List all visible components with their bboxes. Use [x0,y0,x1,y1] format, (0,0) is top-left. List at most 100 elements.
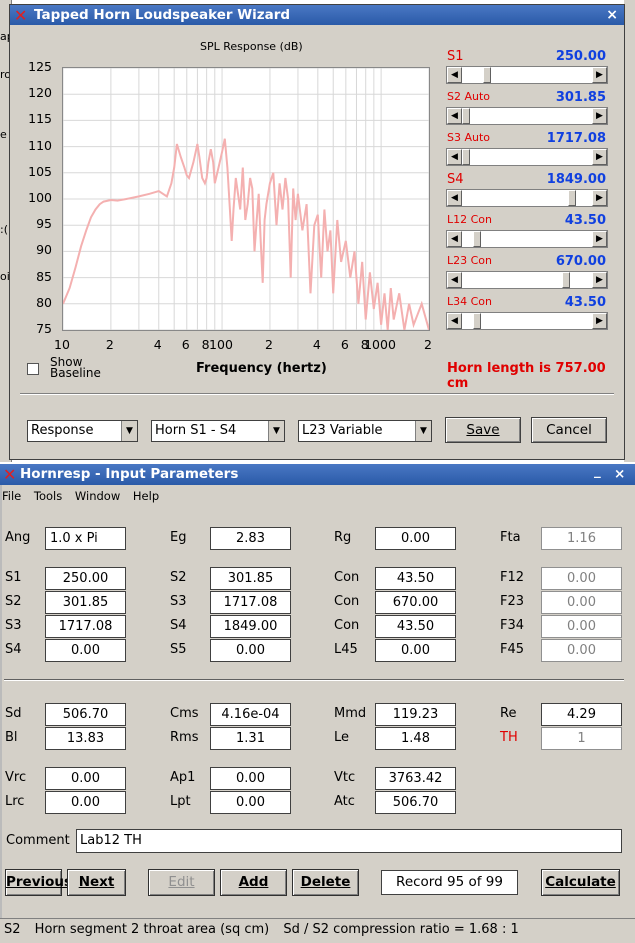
slider-thumb[interactable] [483,67,491,83]
menu-tools[interactable]: Tools [34,489,62,503]
arrow-right-icon[interactable]: ▶ [592,108,607,124]
param-field[interactable]: 0.00 [45,767,126,790]
save-button[interactable]: Save [445,417,521,443]
previous-button[interactable]: Previous [5,869,72,896]
close-icon[interactable]: × [614,464,625,485]
param-field[interactable]: 13.83 [45,727,126,750]
param-field[interactable]: 0.00 [210,639,291,662]
param-field[interactable]: 0.00 [541,615,622,638]
variable-dropdown[interactable]: L23 Variable ▼ [298,420,432,442]
arrow-right-icon[interactable]: ▶ [592,67,607,83]
slider-thumb[interactable] [473,231,481,247]
param-field[interactable]: 0.00 [541,639,622,662]
slider-value: 43.50 [564,213,606,228]
param-field[interactable]: 1.48 [375,727,456,750]
x-tick-label: 10 [54,337,70,352]
arrow-left-icon[interactable]: ◀ [447,272,462,288]
param-label: Mmd [334,706,367,721]
calculate-button[interactable]: Calculate [541,869,620,896]
param-field[interactable]: 0.00 [210,791,291,814]
menu-window[interactable]: Window [75,489,120,503]
param-field[interactable]: 670.00 [375,591,456,614]
slider-track[interactable]: ◀ ▶ [446,148,608,166]
hornresp-titlebar[interactable]: ✕ Hornresp - Input Parameters _ × [0,461,635,485]
slider-thumb[interactable] [462,149,470,165]
delete-button[interactable]: Delete [292,869,359,896]
chevron-down-icon[interactable]: ▼ [415,421,431,441]
param-label: Lrc [5,794,25,809]
menu-file[interactable]: File [2,489,21,503]
param-field[interactable]: 0.00 [541,591,622,614]
arrow-left-icon[interactable]: ◀ [447,313,462,329]
arrow-right-icon[interactable]: ▶ [592,313,607,329]
param-field[interactable]: 1849.00 [210,615,291,638]
comment-field[interactable]: Lab12 TH [76,829,622,853]
x-tick-label: 2 [424,337,432,352]
param-field[interactable]: 250.00 [45,567,126,590]
param-field[interactable]: 0.00 [541,567,622,590]
show-baseline-checkbox[interactable] [27,363,39,375]
arrow-left-icon[interactable]: ◀ [447,149,462,165]
param-field[interactable]: 1.16 [541,527,622,550]
param-field[interactable]: 1 [541,727,622,750]
param-field[interactable]: 4.29 [541,703,622,726]
horn-segment-dropdown[interactable]: Horn S1 - S4 ▼ [151,420,285,442]
wizard-titlebar[interactable]: ✕ Tapped Horn Loudspeaker Wizard × [10,5,624,25]
slider-track[interactable]: ◀ ▶ [446,107,608,125]
slider-track[interactable]: ◀ ▶ [446,189,608,207]
x-tick-label: 6 [181,337,190,352]
cancel-button[interactable]: Cancel [531,417,607,443]
add-button[interactable]: Add [220,869,287,896]
arrow-right-icon[interactable]: ▶ [592,190,607,206]
param-label: F23 [500,594,525,609]
param-field[interactable]: 43.50 [375,567,456,590]
slider-label: L34 Con [447,295,493,308]
arrow-left-icon[interactable]: ◀ [447,231,462,247]
slider-thumb[interactable] [568,190,576,206]
response-dropdown[interactable]: Response ▼ [27,420,138,442]
param-field[interactable]: 1.0 x Pi [45,527,126,550]
param-field[interactable]: 0.00 [375,639,456,662]
arrow-right-icon[interactable]: ▶ [592,149,607,165]
slider-thumb[interactable] [562,272,570,288]
param-field[interactable]: 119.23 [375,703,456,726]
arrow-left-icon[interactable]: ◀ [447,67,462,83]
param-field[interactable]: 301.85 [45,591,126,614]
menu-help[interactable]: Help [133,489,159,503]
param-field[interactable]: 0.00 [45,639,126,662]
slider-track[interactable]: ◀ ▶ [446,312,608,330]
param-field[interactable]: 0.00 [375,527,456,550]
chevron-down-icon[interactable]: ▼ [268,421,284,441]
param-field[interactable]: 1.31 [210,727,291,750]
arrow-left-icon[interactable]: ◀ [447,190,462,206]
slider-thumb[interactable] [473,313,481,329]
param-field[interactable]: 2.83 [210,527,291,550]
slider-track[interactable]: ◀ ▶ [446,271,608,289]
edit-button[interactable]: Edit [148,869,215,896]
slider-track[interactable]: ◀ ▶ [446,66,608,84]
arrow-right-icon[interactable]: ▶ [592,231,607,247]
next-button[interactable]: Next [67,869,126,896]
param-field[interactable]: 1717.08 [210,591,291,614]
arrow-right-icon[interactable]: ▶ [592,272,607,288]
app-logo-icon: ✕ [3,465,17,484]
param-label: S2 [5,594,22,609]
param-field[interactable]: 0.00 [45,791,126,814]
param-field[interactable]: 0.00 [210,767,291,790]
param-field[interactable]: 1717.08 [45,615,126,638]
param-field[interactable]: 506.70 [45,703,126,726]
param-field[interactable]: 301.85 [210,567,291,590]
param-field[interactable]: 4.16e-04 [210,703,291,726]
slider-thumb[interactable] [462,108,470,124]
arrow-left-icon[interactable]: ◀ [447,108,462,124]
minimize-icon[interactable]: _ [594,461,601,482]
slider-track[interactable]: ◀ ▶ [446,230,608,248]
slider-value: 301.85 [555,90,606,105]
param-field[interactable]: 43.50 [375,615,456,638]
param-label: Fta [500,530,521,545]
param-field[interactable]: 506.70 [375,791,456,814]
chevron-down-icon[interactable]: ▼ [121,421,137,441]
close-icon[interactable]: × [606,5,618,25]
param-field[interactable]: 3763.42 [375,767,456,790]
hornresp-title: Hornresp - Input Parameters [20,466,239,482]
